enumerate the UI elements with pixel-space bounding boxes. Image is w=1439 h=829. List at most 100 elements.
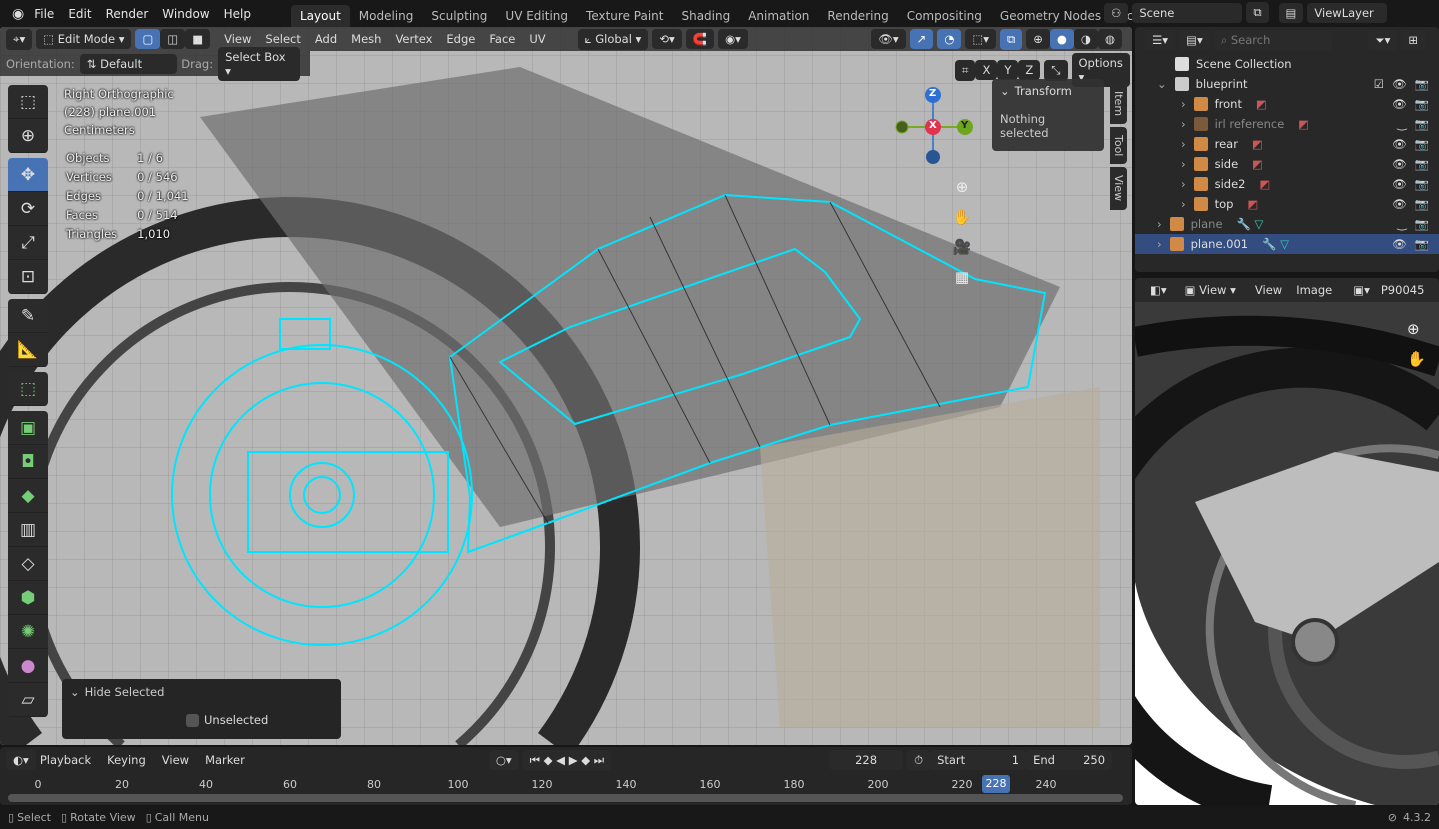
playback-controls[interactable]: ⏮ ◆ ◀ ▶ ◆ ⏭ [522,749,612,771]
mirror-icon[interactable]: ⌗ [955,59,976,81]
add-cube-tool-icon[interactable]: ⬚ [8,372,48,406]
menu-vertex[interactable]: Vertex [395,32,432,46]
transform-tool-icon[interactable]: ⊡ [8,260,48,294]
outliner-item[interactable]: › irl reference ◩ ‿ 📷 [1135,114,1439,134]
play-reverse-icon[interactable]: ◀ [556,753,565,767]
3d-viewport[interactable]: ⌖▾ ⬚ Edit Mode ▾ ▢ ◫ ■ View Select Add Mesh… [0,27,1132,745]
move-tool-icon[interactable]: ✥ [8,158,48,192]
editor-type-icon[interactable]: ⌖▾ [6,28,33,50]
ortho-grid-icon[interactable]: ▦ [952,262,972,292]
collapse-chevron-icon[interactable]: ⌄ [1000,84,1010,98]
camera-icon[interactable]: 📷 [1415,97,1429,111]
scene-collection[interactable]: Scene Collection [1135,54,1439,74]
menu-edge[interactable]: Edge [446,32,475,46]
expand-arrow-icon[interactable]: › [1157,237,1162,251]
auto-keying-icon[interactable]: ○▾ [488,750,519,770]
scene-selector-icon[interactable]: ⚇ [1104,2,1129,23]
menu-view[interactable]: View [1255,283,1282,297]
zoom-icon[interactable]: ⊕ [952,172,972,202]
scene-field[interactable]: Scene [1132,2,1243,23]
edge-select-icon[interactable]: ◫ [160,29,186,49]
menu-image[interactable]: Image [1296,283,1332,297]
outliner-item[interactable]: › side2 ◩ 👁 📷 [1135,174,1439,194]
overlay-icon[interactable]: ◔ [937,29,962,49]
tab-modeling[interactable]: Modeling [350,5,423,27]
pan-hand-icon[interactable]: ✋ [1407,344,1426,374]
camera-icon[interactable]: 📷 [1415,217,1429,231]
camera-view-icon[interactable]: 🎥 [952,232,972,262]
axis-y-button[interactable]: Y [997,60,1019,80]
outliner-item[interactable]: › top ◩ 👁 📷 [1135,194,1439,214]
mode-dropdown[interactable]: ⬚ Edit Mode ▾ [36,29,132,49]
bevel-tool-icon[interactable]: ◆ [8,479,48,513]
menu-edit[interactable]: Edit [68,7,91,21]
measure-tool-icon[interactable]: 📐 [8,333,48,367]
view-mode-dropdown[interactable]: ▣ View ▾ [1177,280,1243,300]
menu-add[interactable]: Add [315,32,337,46]
gizmo-icon[interactable]: ↗ [909,29,934,49]
last-operator-title[interactable]: Hide Selected [85,685,165,699]
extrude-tool-icon[interactable]: ▣ [8,411,48,445]
tab-animation[interactable]: Animation [739,5,818,27]
expand-arrow-icon[interactable]: › [1181,157,1186,171]
rendered-shading-icon[interactable]: ◍ [1097,29,1122,49]
poly-build-tool-icon[interactable]: ⬢ [8,581,48,615]
visibility-icon[interactable]: 👁▾ [871,29,906,49]
tab-item[interactable]: Item [1110,83,1127,125]
camera-icon[interactable]: 📷 [1415,177,1429,191]
filter-type-icon[interactable]: ▤▾ [1179,30,1210,50]
menu-mesh[interactable]: Mesh [351,32,381,46]
image-name-field[interactable]: P90045 [1381,283,1425,297]
outliner-item[interactable]: › front ◩ 👁 📷 [1135,94,1439,114]
view-layer-field[interactable]: ViewLayer [1307,2,1388,23]
menu-render[interactable]: Render [106,7,149,21]
play-icon[interactable]: ▶ [569,753,578,767]
axis-z-button[interactable]: Z [1018,60,1041,80]
proportional-edit-icon[interactable]: ◉▾ [718,29,748,49]
eye-icon[interactable]: 👁 [1392,137,1407,151]
eye-icon[interactable]: 👁 [1392,197,1407,211]
tab-compositing[interactable]: Compositing [898,5,991,27]
blender-logo-icon[interactable]: ◉ [12,6,24,22]
expand-arrow-icon[interactable]: › [1181,177,1186,191]
transform-orientation-dropdown[interactable]: ⟀ Global ▾ [577,28,649,50]
transform-title[interactable]: Transform [1015,84,1072,98]
menu-file[interactable]: File [34,7,54,21]
loop-cut-tool-icon[interactable]: ▥ [8,513,48,547]
hidden-eye-icon[interactable]: ‿ [1397,217,1406,231]
editor-type-icon[interactable]: ◐▾ [6,750,36,770]
tab-texture-paint[interactable]: Texture Paint [577,5,672,27]
timeline-scrollbar[interactable] [8,794,1123,802]
expand-arrow-icon[interactable]: › [1157,217,1162,231]
tab-shading[interactable]: Shading [672,5,739,27]
drag-dropdown[interactable]: Select Box ▾ [218,46,300,81]
tab-rendering[interactable]: Rendering [818,5,897,27]
menu-playback[interactable]: Playback [40,753,91,767]
outliner-item[interactable]: › rear ◩ 👁 📷 [1135,134,1439,154]
camera-icon[interactable]: 📷 [1415,117,1429,131]
end-frame-field[interactable]: End 250 [1026,750,1113,770]
menu-keying[interactable]: Keying [107,753,146,767]
snap-icon[interactable]: 🧲 [685,29,715,49]
start-frame-field[interactable]: Start 1 [930,750,1027,770]
orientation-dropdown[interactable]: ⇅ Default [79,53,178,74]
playhead[interactable]: 228 [982,775,1010,793]
inset-tool-icon[interactable]: ◘ [8,445,48,479]
auto-merge-icon[interactable]: ⤡ [1044,59,1068,81]
menu-uv[interactable]: UV [529,32,545,46]
unselected-checkbox[interactable] [186,713,199,727]
tab-sculpting[interactable]: Sculpting [422,5,496,27]
eye-icon[interactable]: 👁 [1392,97,1407,111]
shear-tool-icon[interactable]: ▱ [8,683,48,717]
eye-icon[interactable]: 👁 [1392,157,1407,171]
new-collection-icon[interactable]: ⊞ [1401,30,1425,50]
scale-tool-icon[interactable]: ⤢ [8,226,48,260]
menu-marker[interactable]: Marker [205,753,245,767]
pivot-icon[interactable]: ⟲▾ [652,29,682,49]
menu-face[interactable]: Face [489,32,515,46]
eye-icon[interactable]: 👁 [1392,177,1407,191]
xray-icon[interactable]: ⧉ [1000,28,1023,50]
camera-icon[interactable]: 📷 [1415,157,1429,171]
axis-x-button[interactable]: X [975,60,998,80]
outliner-object[interactable]: › plane.001 🔧 ▽ 👁 📷 [1135,234,1439,254]
